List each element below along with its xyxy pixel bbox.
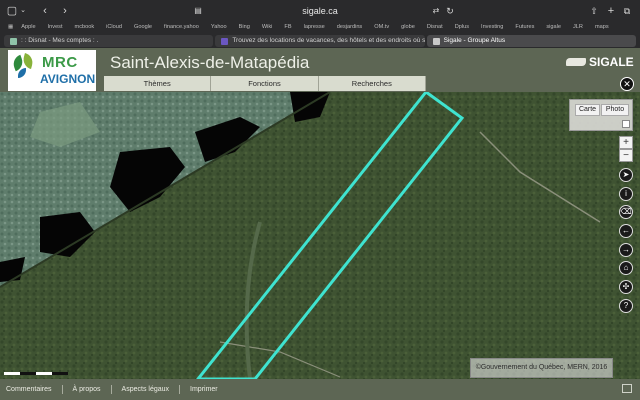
info-icon[interactable]: i: [619, 187, 633, 201]
bookmarks-bar: ▦ Apple Invest mcbook iCloud Google fina…: [0, 21, 640, 33]
basemap-checkbox[interactable]: [622, 120, 630, 128]
zoom-in-button[interactable]: +: [619, 136, 633, 149]
disnat-favicon-icon: [10, 37, 17, 45]
footer-commentaires-link[interactable]: Commentaires: [6, 386, 52, 393]
footer-aspects-legaux-link[interactable]: Aspects légaux: [122, 386, 169, 393]
bookmark-item[interactable]: mcbook: [75, 21, 95, 33]
menu-themes[interactable]: Thèmes: [104, 76, 212, 91]
chevron-down-icon[interactable]: ⌄: [19, 4, 27, 18]
browser-chrome: ▢ ⌄ ‹ › ▤ sigale.ca ⇄ ↻ ⇧ + ⧉ ▦ Apple In…: [0, 0, 640, 48]
bookmark-item[interactable]: Invest: [48, 21, 63, 33]
bookmark-item[interactable]: Disnat: [427, 21, 443, 33]
browser-toolbar: ▢ ⌄ ‹ › ▤ sigale.ca ⇄ ↻ ⇧ + ⧉: [0, 0, 640, 22]
help-icon[interactable]: ?: [619, 299, 633, 313]
aerial-imagery: [0, 92, 640, 379]
bookmark-item[interactable]: Google: [134, 21, 152, 33]
trash-icon[interactable]: ⌫: [619, 205, 633, 219]
bookmark-item[interactable]: iCloud: [106, 21, 122, 33]
bookmarks-grid-icon[interactable]: ▦: [8, 21, 13, 33]
bookmark-item[interactable]: maps: [595, 21, 609, 33]
bookmark-item[interactable]: Apple: [21, 21, 35, 33]
screen-icon[interactable]: [622, 384, 632, 393]
leaf-icon: [18, 68, 26, 78]
sidebar-icon[interactable]: ▢: [6, 4, 18, 18]
back-icon[interactable]: ‹: [40, 4, 50, 18]
footer-divider: [179, 385, 181, 394]
mrc-avignon-logo[interactable]: MRC AVIGNON: [8, 50, 96, 91]
bookmark-item[interactable]: globe: [401, 21, 415, 33]
footer-imprimer-link[interactable]: Imprimer: [190, 386, 218, 393]
carte-button[interactable]: Carte: [575, 104, 600, 116]
close-button[interactable]: ✕: [620, 77, 634, 91]
bookmark-item[interactable]: OM.tv: [374, 21, 389, 33]
bookmark-item[interactable]: lapresse: [304, 21, 325, 33]
footer-divider: [110, 385, 112, 394]
full-extent-icon[interactable]: ✣: [619, 280, 633, 294]
bookmark-item[interactable]: Bing: [239, 21, 250, 33]
bookmark-item[interactable]: finance.yahoo: [164, 21, 199, 33]
bookmark-item[interactable]: Futures: [515, 21, 534, 33]
address-bar[interactable]: sigale.ca: [200, 3, 440, 19]
tab-overview-icon[interactable]: ⧉: [621, 4, 633, 18]
menu-bar-filler: [426, 76, 640, 91]
photo-button[interactable]: Photo: [601, 104, 629, 116]
map-view[interactable]: [0, 92, 640, 379]
share-icon[interactable]: ⇧: [589, 4, 599, 18]
bookmark-item[interactable]: Dplus: [455, 21, 469, 33]
bookmark-item[interactable]: Investing: [481, 21, 503, 33]
arrow-right-icon[interactable]: →: [619, 243, 633, 257]
sigale-mark-icon: [566, 58, 586, 66]
footer-apropos-link[interactable]: À propos: [73, 386, 101, 393]
new-tab-icon[interactable]: +: [606, 4, 616, 18]
app-footer: Commentaires À propos Aspects légaux Imp…: [0, 379, 640, 400]
tab-disnat[interactable]: : : Disnat - Mes comptes : .: [4, 35, 214, 47]
bookmark-item[interactable]: Wiki: [262, 21, 273, 33]
footer-divider: [61, 385, 63, 394]
menu-fonctions[interactable]: Fonctions: [211, 76, 319, 91]
scale-bar: [4, 372, 68, 375]
rentals-favicon-icon: [221, 37, 229, 45]
tab-vacation-rentals[interactable]: Trouvez des locations de vacances, des h…: [215, 35, 425, 47]
logo-mrc-text: MRC: [42, 54, 78, 71]
bookmark-item[interactable]: desjardins: [337, 21, 363, 33]
menu-recherches[interactable]: Recherches: [318, 76, 426, 91]
forward-icon[interactable]: ›: [60, 4, 70, 18]
bookmark-item[interactable]: sigale: [546, 21, 561, 33]
map-attribution: ©Gouvernement du Québec, MERN, 2016: [470, 358, 613, 378]
compass-icon[interactable]: ➤: [619, 168, 633, 182]
tab-bar: : : Disnat - Mes comptes : . Trouvez des…: [0, 34, 640, 48]
bookmark-item[interactable]: Yahoo: [211, 21, 227, 33]
logo-avignon-text: AVIGNON: [40, 72, 96, 86]
main-menu: Thèmes Fonctions Recherches: [104, 76, 426, 91]
arrow-left-icon[interactable]: ←: [619, 224, 633, 238]
reload-icon[interactable]: ↻: [445, 4, 455, 18]
sigale-brand: SIGALE: [589, 55, 634, 69]
sigale-logo: SIGALE: [566, 55, 634, 69]
home-icon[interactable]: ⌂: [619, 261, 633, 275]
zoom-out-button[interactable]: −: [619, 149, 633, 162]
tab-label: Trouvez des locations de vacances, des h…: [232, 37, 425, 44]
bookmark-item[interactable]: FB: [284, 21, 291, 33]
tab-label: Sigale - Groupe Altus: [443, 37, 506, 44]
sigale-favicon-icon: [432, 37, 440, 45]
bookmark-item[interactable]: JLR: [573, 21, 583, 33]
leaf-icon: [21, 52, 35, 70]
tab-label: : : Disnat - Mes comptes : .: [21, 37, 99, 44]
page-title: Saint-Alexis-de-Matapédia: [110, 53, 310, 72]
basemap-selector: Carte Photo: [569, 99, 633, 131]
tab-sigale[interactable]: Sigale - Groupe Altus: [426, 35, 636, 47]
translate-icon[interactable]: ⇄: [431, 4, 441, 18]
